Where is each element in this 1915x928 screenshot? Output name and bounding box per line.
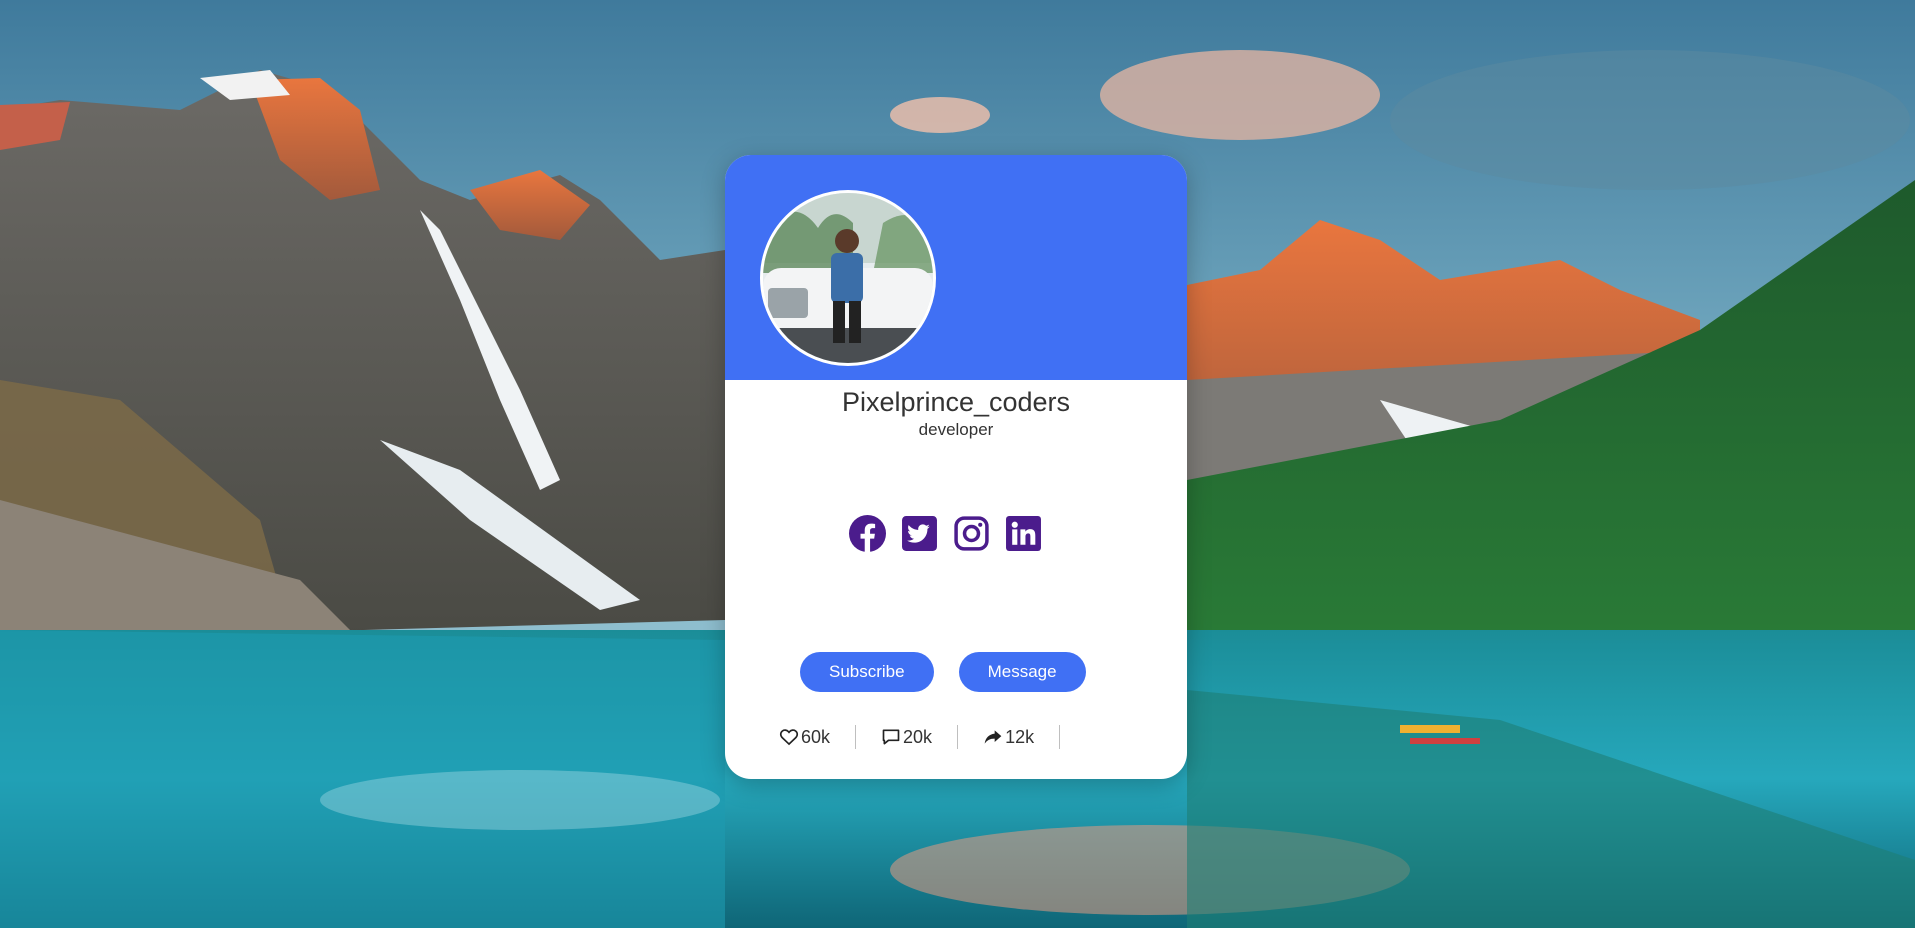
avatar-photo (763, 193, 933, 363)
comment-icon (882, 729, 900, 745)
likes-count: 60k (801, 726, 831, 747)
shares-stat[interactable]: 12k (958, 725, 1061, 749)
shares-count: 12k (1005, 726, 1035, 747)
engagement-stats: 60k 20k 12k (779, 725, 1061, 749)
instagram-icon[interactable] (953, 515, 990, 552)
twitter-icon[interactable] (901, 515, 938, 552)
heart-icon (779, 729, 799, 746)
message-button[interactable]: Message (958, 652, 1086, 692)
comments-count: 20k (903, 726, 933, 747)
action-buttons: Subscribe Message (800, 652, 1086, 692)
profile-role: developer (918, 420, 994, 439)
profile-username: Pixelprince_coders (841, 387, 1071, 417)
profile-card: Pixelprince_coders developer Subscribe M… (725, 155, 1187, 779)
likes-stat[interactable]: 60k (779, 725, 857, 749)
avatar (760, 190, 936, 366)
share-icon (984, 730, 1002, 744)
social-links (849, 515, 1042, 552)
page-background: Pixelprince_coders developer Subscribe M… (0, 0, 1915, 928)
linkedin-icon[interactable] (1005, 515, 1042, 552)
subscribe-button[interactable]: Subscribe (800, 652, 934, 692)
comments-stat[interactable]: 20k (856, 725, 959, 749)
facebook-icon[interactable] (849, 515, 886, 552)
